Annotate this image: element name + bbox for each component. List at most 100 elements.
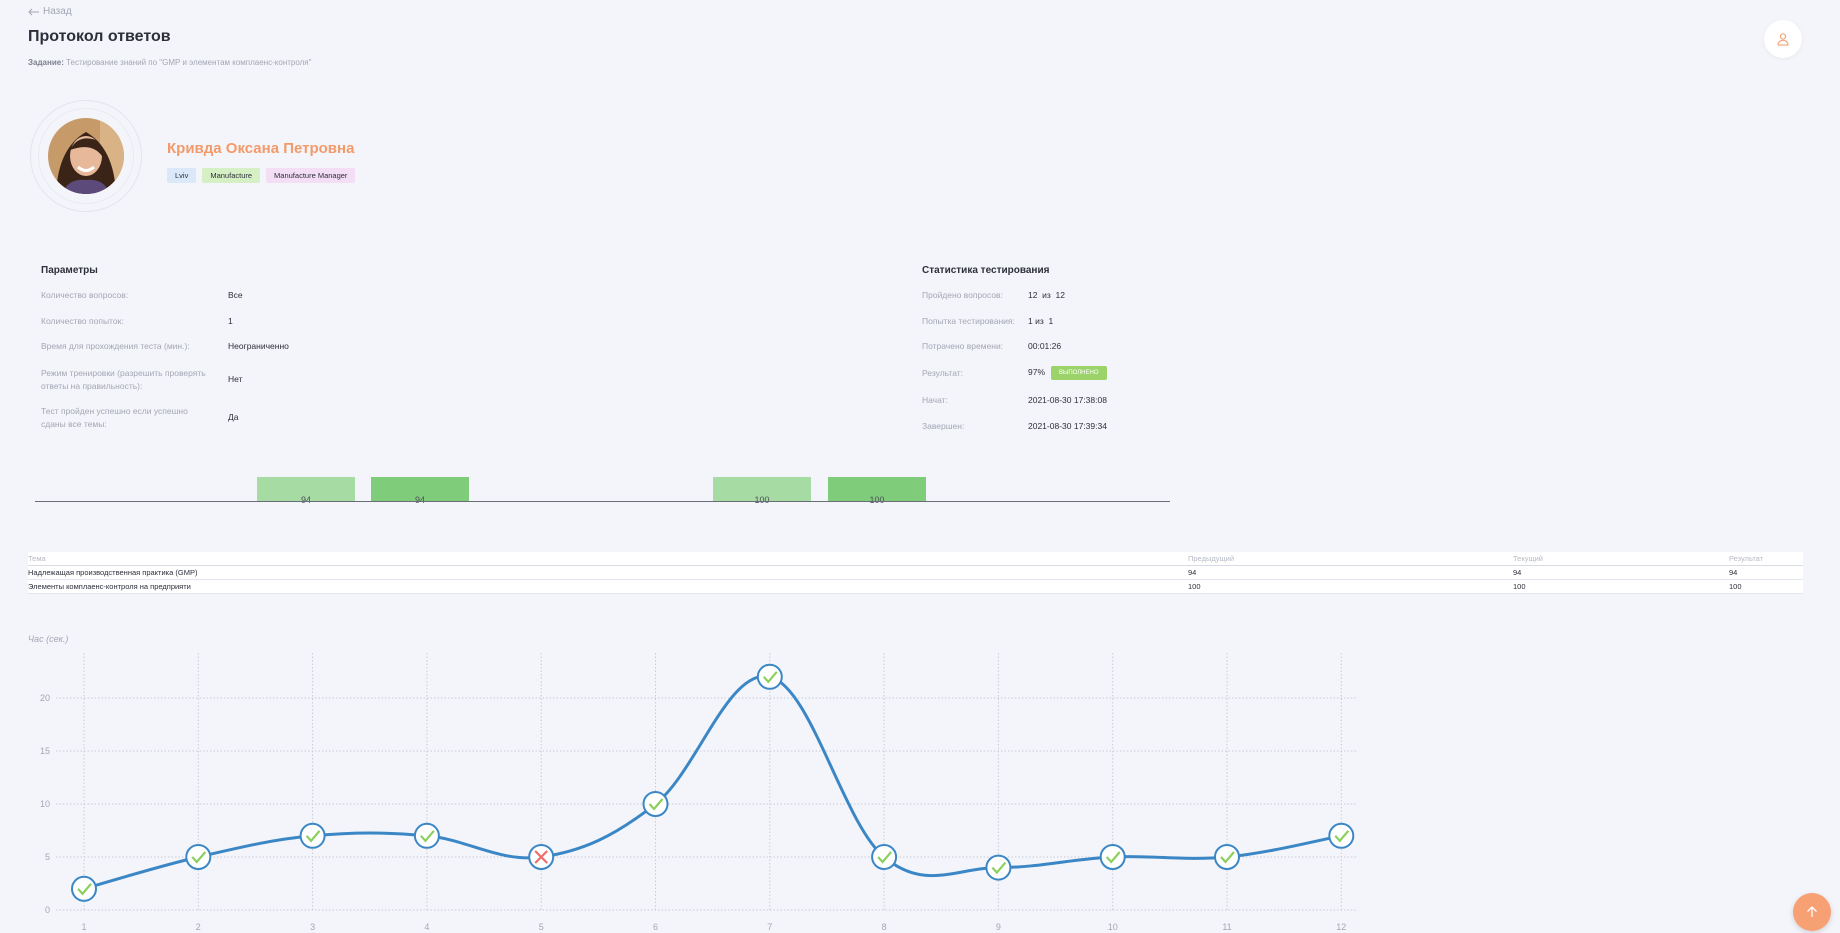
- correct-answer-marker: [642, 791, 669, 817]
- y-tick-label: 5: [45, 852, 50, 862]
- correct-answer-marker: [413, 822, 440, 849]
- user-icon: [1777, 33, 1789, 46]
- x-tick-label: 7: [767, 922, 772, 932]
- task-label: Задание:: [28, 58, 64, 67]
- correct-answer-marker: [1099, 844, 1126, 870]
- arrow-left-icon: [28, 8, 39, 15]
- params-heading: Параметры: [41, 265, 98, 276]
- correct-answer-marker: [299, 822, 326, 849]
- stat-value: 2021-08-30 17:39:34: [1028, 421, 1107, 431]
- correct-answer-marker: [1214, 844, 1240, 870]
- bar-value: 94: [414, 495, 425, 505]
- user-tags: Lviv Manufacture Manufacture Manager: [167, 168, 356, 183]
- x-tick-label: 5: [539, 922, 544, 932]
- tag-location: Lviv: [167, 168, 197, 183]
- correct-answer-marker: [71, 875, 97, 902]
- bar-value: 94: [300, 495, 311, 505]
- param-value: Да: [228, 412, 239, 422]
- stat-value: 1 из 1: [1028, 316, 1054, 326]
- arrow-up-icon: [1807, 906, 1817, 917]
- correct-answer-marker: [756, 663, 783, 690]
- col-header: Тема: [28, 554, 46, 563]
- y-tick-label: 10: [40, 799, 50, 809]
- col-header: Результат: [1729, 554, 1764, 563]
- param-label: Режим тренировки (разрешить проверять от…: [41, 368, 206, 391]
- x-tick-label: 8: [882, 922, 887, 932]
- stat-label: Начат:: [922, 395, 948, 405]
- param-value: Все: [228, 290, 243, 300]
- correct-answer-marker: [871, 844, 898, 870]
- col-header: Текущий: [1513, 554, 1543, 563]
- user-name: Кривда Оксана Петровна: [167, 140, 355, 157]
- avatar-ring-inner: [38, 108, 134, 204]
- task-subtitle: Задание: Тестирование знаний по "GMP и э…: [28, 58, 311, 67]
- bar-current: 94: [371, 477, 469, 505]
- bar-previous: 100: [713, 477, 811, 505]
- correct-answer-marker: [985, 854, 1012, 881]
- stat-value: 2021-08-30 17:38:08: [1028, 395, 1107, 405]
- avatar-ring: [30, 100, 142, 212]
- table-cell: 100: [1513, 582, 1526, 591]
- stat-label: Попытка тестирования:: [922, 316, 1015, 326]
- param-value: Неограниченно: [228, 341, 289, 351]
- y-tick-label: 20: [40, 693, 50, 703]
- stat-label: Завершен:: [922, 421, 965, 431]
- x-tick-label: 2: [196, 922, 201, 932]
- param-label: Количество вопросов:: [41, 290, 129, 300]
- table-cell: 100: [1188, 582, 1201, 591]
- stat-label: Потрачено времени:: [922, 341, 1004, 351]
- y-tick-label: 0: [45, 905, 50, 915]
- table-cell: 100: [1729, 582, 1742, 591]
- stat-label: Пройдено вопросов:: [922, 290, 1003, 300]
- param-value: Нет: [228, 374, 243, 384]
- correct-answer-marker: [185, 844, 212, 870]
- back-label: Назад: [43, 6, 72, 17]
- stat-label: Результат:: [922, 368, 964, 378]
- table-cell: 94: [1188, 568, 1197, 577]
- x-tick-label: 10: [1108, 922, 1118, 932]
- user-profile-button[interactable]: [1764, 20, 1802, 58]
- back-link[interactable]: Назад: [28, 6, 72, 17]
- x-tick-label: 4: [424, 922, 429, 932]
- wrong-answer-marker: [528, 844, 555, 870]
- stat-value: 12 из 12: [1028, 290, 1066, 300]
- status-badge: выполнено: [1051, 366, 1107, 380]
- x-tick-label: 1: [81, 922, 86, 932]
- stat-value: 97%: [1028, 367, 1046, 377]
- y-tick-label: 15: [40, 746, 50, 756]
- x-tick-label: 6: [653, 922, 658, 932]
- table-cell: Надлежащая производственная практика (GM…: [28, 568, 198, 577]
- topics-table: Тема Предыдущий Текущий Результат Надлеж…: [28, 552, 1803, 594]
- correct-answer-marker: [1328, 822, 1355, 849]
- bar-value: 100: [869, 495, 885, 505]
- bar-current: 100: [828, 477, 926, 505]
- col-header: Предыдущий: [1188, 554, 1235, 563]
- series-line: [83, 674, 1342, 891]
- bar-value: 100: [754, 495, 770, 505]
- table-cell: 94: [1513, 568, 1522, 577]
- bar-chart-axis: [35, 501, 1170, 502]
- time-line-chart: 051015201 2 3 4 5 6 7 8 9 10 11 12: [40, 653, 1358, 932]
- avatar: [48, 118, 124, 194]
- table-cell: 94: [1729, 568, 1738, 577]
- stat-value: 00:01:26: [1028, 341, 1062, 351]
- table-row: Надлежащая производственная практика (GM…: [28, 566, 1803, 580]
- bar-previous: 94: [257, 477, 355, 505]
- x-tick-label: 9: [996, 922, 1001, 932]
- x-tick-label: 11: [1222, 922, 1231, 932]
- table-cell: Элементы комплаенс-контроля на предприят…: [28, 582, 191, 591]
- param-label: Тест пройден успешно если успешно сданы …: [41, 406, 188, 429]
- scroll-top-button[interactable]: [1793, 893, 1831, 931]
- stats-heading: Статистика тестирования: [922, 265, 1050, 276]
- table-header: Тема Предыдущий Текущий Результат: [28, 552, 1803, 566]
- param-value: 1: [228, 316, 233, 326]
- tag-department: Manufacture: [202, 168, 261, 183]
- param-label: Время для прохождения теста (мин.):: [41, 341, 190, 351]
- table-row: Элементы комплаенс-контроля на предприят…: [28, 580, 1803, 594]
- page-title: Протокол ответов: [28, 28, 171, 45]
- x-tick-label: 3: [310, 922, 315, 932]
- param-label: Количество попыток:: [41, 316, 124, 326]
- x-tick-label: 12: [1336, 922, 1346, 932]
- task-value: Тестирование знаний по "GMP и элементам …: [66, 58, 312, 67]
- tag-position: Manufacture Manager: [266, 168, 356, 183]
